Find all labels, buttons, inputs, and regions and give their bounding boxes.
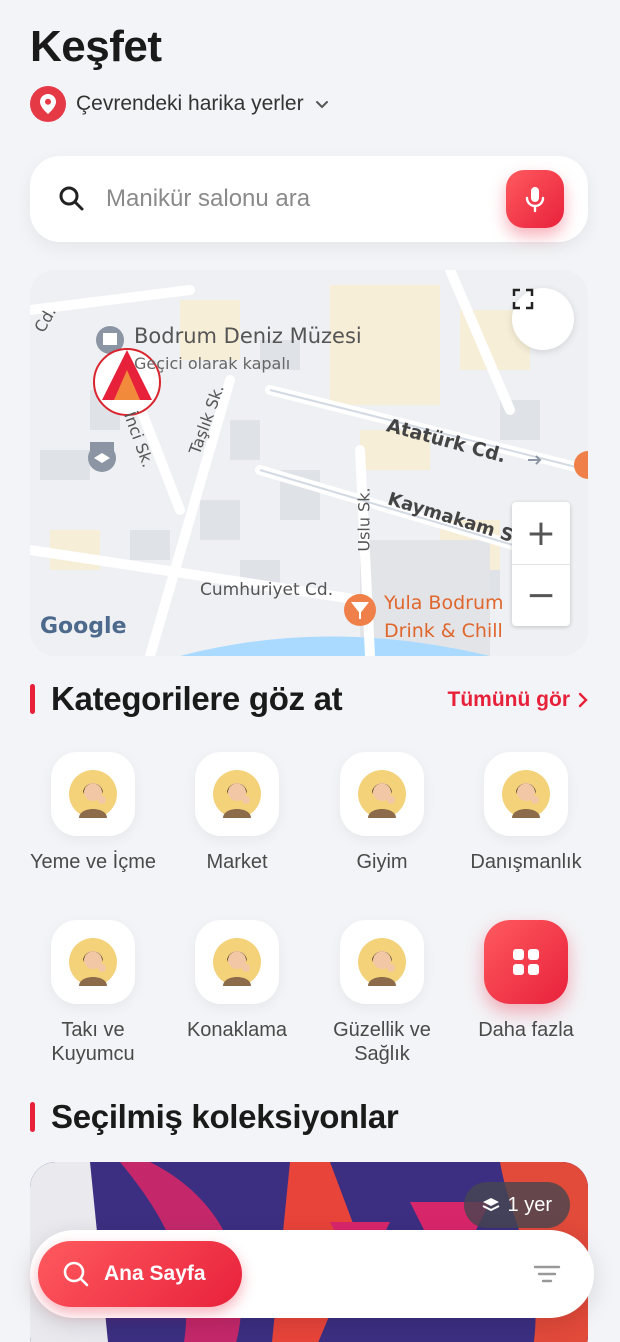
- location-label: Çevrendeki harika yerler: [76, 92, 304, 115]
- search-icon: [63, 1261, 89, 1287]
- location-pin-icon: [30, 86, 66, 122]
- zoom-out-button[interactable]: −: [512, 564, 570, 626]
- collections-header: Seçilmiş koleksiyonlar: [30, 1098, 399, 1136]
- category-label: Market: [206, 851, 268, 873]
- filter-icon: [533, 1265, 561, 1283]
- chevron-down-icon: [315, 101, 328, 109]
- categories-title: Kategorilere göz at: [51, 680, 343, 717]
- map-label-bar-line1: Yula Bodrum: [384, 592, 504, 614]
- category-avatar-icon: [484, 752, 568, 836]
- search-bar[interactable]: [30, 156, 588, 242]
- filter-button[interactable]: [532, 1260, 562, 1288]
- map-label-museum-status: Geçici olarak kapalı: [134, 354, 291, 373]
- voice-search-button[interactable]: [506, 170, 564, 228]
- chevron-right-icon: [578, 692, 588, 708]
- see-all-link[interactable]: Tümünü gör: [448, 688, 588, 712]
- home-tab-label: Ana Sayfa: [104, 1262, 206, 1285]
- category-label: Yeme ve İçme: [30, 851, 156, 873]
- page-title: Keşfet: [30, 22, 162, 71]
- home-tab-button[interactable]: Ana Sayfa: [38, 1241, 242, 1307]
- location-selector[interactable]: Çevrendeki harika yerler: [30, 86, 330, 122]
- category-item[interactable]: Danışmanlık: [456, 752, 596, 874]
- section-accent-bar: [30, 684, 35, 714]
- grid-icon: [484, 920, 568, 1004]
- category-label: Takı ve Kuyumcu: [51, 1019, 135, 1065]
- map-label-museum: Bodrum Deniz Müzesi: [134, 324, 362, 348]
- category-label: Danışmanlık: [470, 851, 582, 873]
- category-item[interactable]: Giyim: [312, 752, 452, 874]
- category-avatar-icon: [340, 920, 424, 1004]
- category-avatar-icon: [195, 920, 279, 1004]
- google-logo: Google: [40, 614, 127, 639]
- category-avatar-icon: [51, 752, 135, 836]
- category-label: Güzellik ve Sağlık: [333, 1019, 431, 1065]
- category-avatar-icon: [195, 752, 279, 836]
- category-item[interactable]: Takı ve Kuyumcu: [23, 920, 163, 1066]
- category-avatar-icon: [340, 752, 424, 836]
- place-count-label: 1 yer: [507, 1193, 552, 1216]
- category-label: Giyim: [356, 851, 408, 873]
- category-item[interactable]: Güzellik ve Sağlık: [312, 920, 452, 1066]
- fullscreen-button[interactable]: [512, 288, 574, 350]
- category-item[interactable]: Konaklama: [167, 920, 307, 1042]
- map-label-bar-line2: Drink & Chill: [384, 620, 503, 642]
- category-more-button[interactable]: Daha fazla: [456, 920, 596, 1042]
- map-label-uslu: Uslu Sk.: [354, 487, 374, 552]
- search-input[interactable]: [106, 185, 466, 213]
- map-label-cumhuriyet: Cumhuriyet Cd.: [200, 580, 334, 600]
- fullscreen-icon: [512, 288, 534, 310]
- layers-icon: [482, 1198, 499, 1212]
- category-label: Konaklama: [186, 1019, 288, 1041]
- zoom-controls: + −: [512, 502, 570, 626]
- bottom-navigation: Ana Sayfa: [30, 1230, 594, 1318]
- microphone-icon: [525, 187, 545, 213]
- search-icon: [59, 186, 84, 211]
- place-count-badge: 1 yer: [463, 1182, 570, 1228]
- category-label: Daha fazla: [478, 1019, 574, 1041]
- categories-header: Kategorilere göz at: [30, 680, 343, 718]
- category-item[interactable]: Market: [167, 752, 307, 874]
- category-item[interactable]: Yeme ve İçme: [23, 752, 163, 874]
- collections-title: Seçilmiş koleksiyonlar: [51, 1098, 399, 1135]
- see-all-label: Tümünü gör: [447, 688, 570, 711]
- section-accent-bar: [30, 1102, 35, 1132]
- category-avatar-icon: [51, 920, 135, 1004]
- map-view[interactable]: Bodrum Deniz Müzesi Geçici olarak kapalı…: [30, 270, 588, 656]
- zoom-in-button[interactable]: +: [512, 502, 570, 564]
